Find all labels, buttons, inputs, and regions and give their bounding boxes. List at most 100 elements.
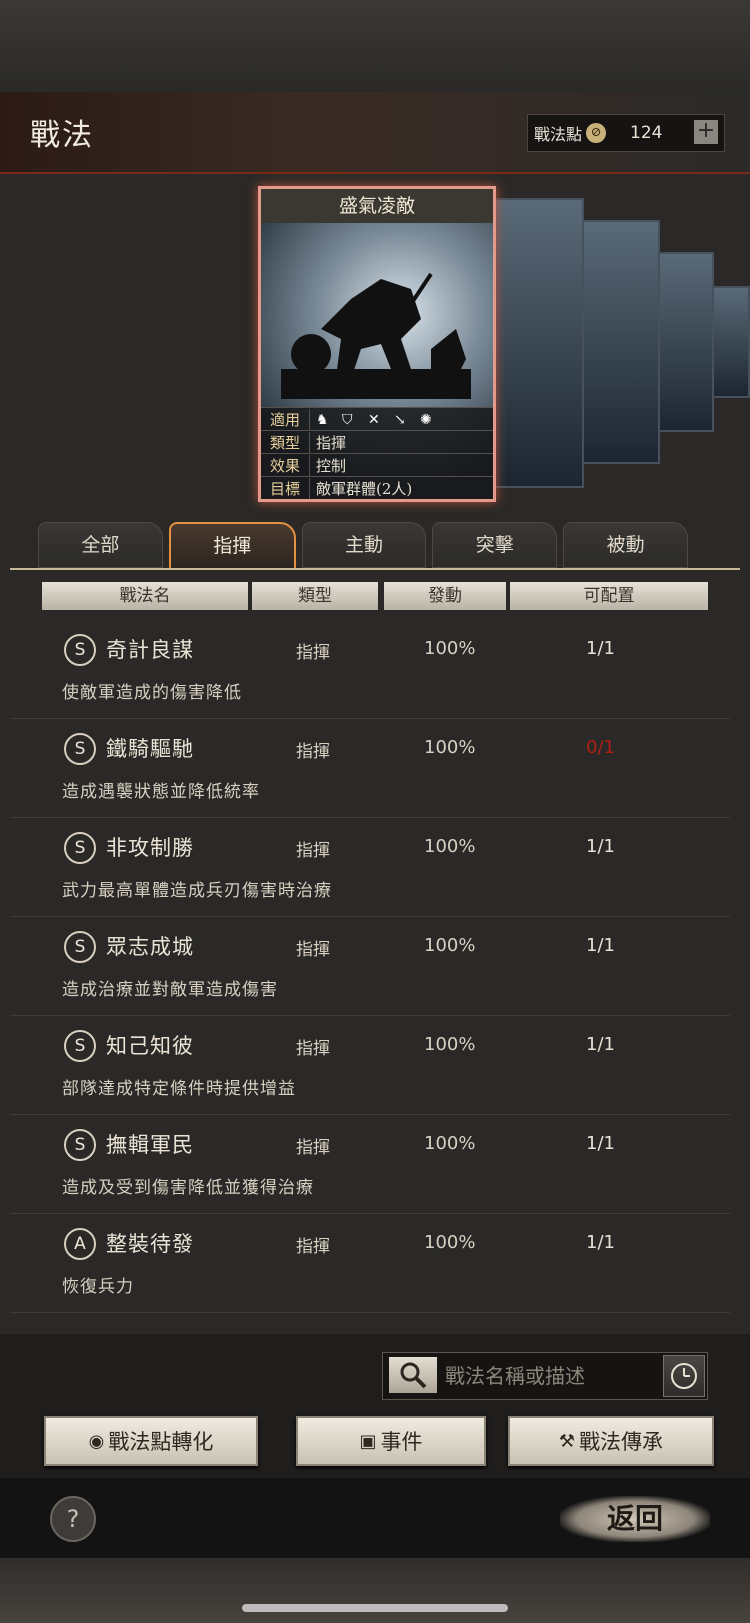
tactic-type: 指揮 [296,643,330,663]
tactic-name: 鐵騎驅馳 [106,737,194,761]
tactic-type: 指揮 [296,742,330,762]
card-info-row: 目標 敵軍群體(2人) [261,476,493,499]
tactic-card-back[interactable] [578,220,660,464]
column-header-name[interactable]: 戰法名 [42,582,248,610]
bow-icon: ✕ [368,412,380,428]
grade-badge: S [64,634,96,666]
header-bar: 戰法 戰法點 ⊘ 124 + [0,92,750,174]
tactic-available: 1/1 [586,935,615,956]
card-info-row: 效果 控制 [261,453,493,476]
inherit-label: 戰法傳承 [579,1430,664,1454]
flame-icon: ◉ [88,1430,105,1452]
tactic-card-back[interactable] [654,252,714,432]
search-icon[interactable] [389,1357,437,1393]
tactic-description: 恢復兵力 [62,1277,134,1297]
tactic-rate: 100% [424,638,476,659]
event-button[interactable]: ▣ 事件 [296,1416,486,1466]
tactic-type: 指揮 [296,940,330,960]
column-header-type[interactable]: 類型 [252,582,378,610]
column-header-available[interactable]: 可配置 [510,582,708,610]
column-header-rate[interactable]: 發動 [384,582,506,610]
tactic-row[interactable]: S 鐵騎驅馳 指揮 100% 0/1 造成遇襲狀態並降低統率 [10,719,730,818]
event-icon: ▣ [359,1430,377,1452]
spear-icon: ↘ [394,412,406,428]
event-label: 事件 [380,1430,423,1454]
tactic-points-panel: 戰法點 ⊘ 124 + [527,114,725,152]
tactic-available: 1/1 [586,836,615,857]
tactic-rate: 100% [424,1034,476,1055]
card-info: 適用 ♞ ⛉ ✕ ↘ ✺ 類型 指揮 效果 控制 目標 敵軍群體(2人) [261,407,493,499]
inherit-button[interactable]: ⚒ 戰法傳承 [508,1416,714,1466]
tactic-points-label: 戰法點 [534,125,583,144]
info-key: 效果 [261,454,310,476]
grade-badge: S [64,931,96,963]
page-title: 戰法 [30,118,94,153]
tab-all[interactable]: 全部 [38,522,163,568]
tactic-name: 整裝待發 [106,1232,194,1256]
siege-icon: ✺ [420,412,432,428]
grade-badge: A [64,1228,96,1260]
tactic-points-value: 124 [630,123,663,143]
info-value: ♞ ⛉ ✕ ↘ ✺ [310,410,446,428]
add-points-button[interactable]: + [694,120,718,144]
tactic-name: 奇計良謀 [106,638,194,662]
cavalry-icon: ♞ [316,412,329,428]
back-button[interactable]: 返回 [560,1496,710,1542]
tactic-card-back[interactable] [488,198,584,488]
tactic-name: 非攻制勝 [106,836,194,860]
selected-tactic-card[interactable]: 盛氣凌敵 適用 ♞ ⛉ ✕ ↘ ✺ 類型 指揮 效果 控制 目標 敵軍群體(2人) [258,186,496,502]
search-input[interactable] [443,1359,647,1393]
history-button[interactable] [663,1355,705,1397]
info-key: 類型 [261,431,310,453]
home-indicator[interactable] [242,1604,508,1612]
info-key: 適用 [261,408,310,430]
divider [10,568,740,570]
tactic-description: 武力最高單體造成兵刃傷害時治療 [62,881,332,901]
tactic-row[interactable]: S 知己知彼 指揮 100% 1/1 部隊達成特定條件時提供增益 [10,1016,730,1115]
info-value: 敵軍群體(2人) [316,479,413,498]
tactic-name: 知己知彼 [106,1034,194,1058]
tab-passive[interactable]: 被動 [563,522,688,568]
tactic-type: 指揮 [296,1039,330,1059]
tactic-type: 指揮 [296,1237,330,1257]
tab-active[interactable]: 主動 [301,522,427,568]
shield-icon: ⛉ [342,412,353,428]
tactic-list: S 奇計良謀 指揮 100% 1/1 使敵軍造成的傷害降低 S 鐵騎驅馳 指揮 … [10,620,730,1313]
card-info-row: 適用 ♞ ⛉ ✕ ↘ ✺ [261,407,493,430]
tactic-rate: 100% [424,1232,476,1253]
clock-icon [671,1363,697,1389]
search-bar [382,1352,708,1400]
grade-badge: S [64,1030,96,1062]
tab-assault[interactable]: 突擊 [432,522,558,568]
tactic-row[interactable]: S 眾志成城 指揮 100% 1/1 造成治療並對敵軍造成傷害 [10,917,730,1016]
tactic-type: 指揮 [296,841,330,861]
tactic-description: 造成遇襲狀態並降低統率 [62,782,260,802]
grade-badge: S [64,832,96,864]
tactic-row[interactable]: S 非攻制勝 指揮 100% 1/1 武力最高單體造成兵刃傷害時治療 [10,818,730,917]
tactic-rate: 100% [424,737,476,758]
tactic-description: 使敵軍造成的傷害降低 [62,683,242,703]
bottom-decoration [0,1558,750,1623]
tab-command[interactable]: 指揮 [168,522,296,570]
grade-badge: S [64,1129,96,1161]
tactic-description: 造成治療並對敵軍造成傷害 [62,980,278,1000]
tactic-row[interactable]: S 奇計良謀 指揮 100% 1/1 使敵軍造成的傷害降低 [10,620,730,719]
tactic-name: 撫輯軍民 [106,1133,194,1157]
tactic-description: 部隊達成特定條件時提供增益 [62,1079,296,1099]
convert-points-button[interactable]: ◉ 戰法點轉化 [44,1416,258,1466]
info-value: 控制 [316,456,347,475]
tactic-rate: 100% [424,935,476,956]
tactic-row[interactable]: A 整裝待發 指揮 100% 1/1 恢復兵力 [10,1214,730,1313]
coin-icon: ⊘ [586,123,607,143]
tactic-available: 0/1 [586,737,615,758]
cavalry-illustration [281,272,471,399]
tactic-type: 指揮 [296,1138,330,1158]
tactic-description: 造成及受到傷害降低並獲得治療 [62,1178,314,1198]
help-button[interactable]: ? [50,1496,96,1542]
card-info-row: 類型 指揮 [261,430,493,453]
grade-badge: S [64,733,96,765]
tactic-row[interactable]: S 撫輯軍民 指揮 100% 1/1 造成及受到傷害降低並獲得治療 [10,1115,730,1214]
info-value: 指揮 [316,433,347,452]
info-key: 目標 [261,477,310,499]
tactic-available: 1/1 [586,1034,615,1055]
